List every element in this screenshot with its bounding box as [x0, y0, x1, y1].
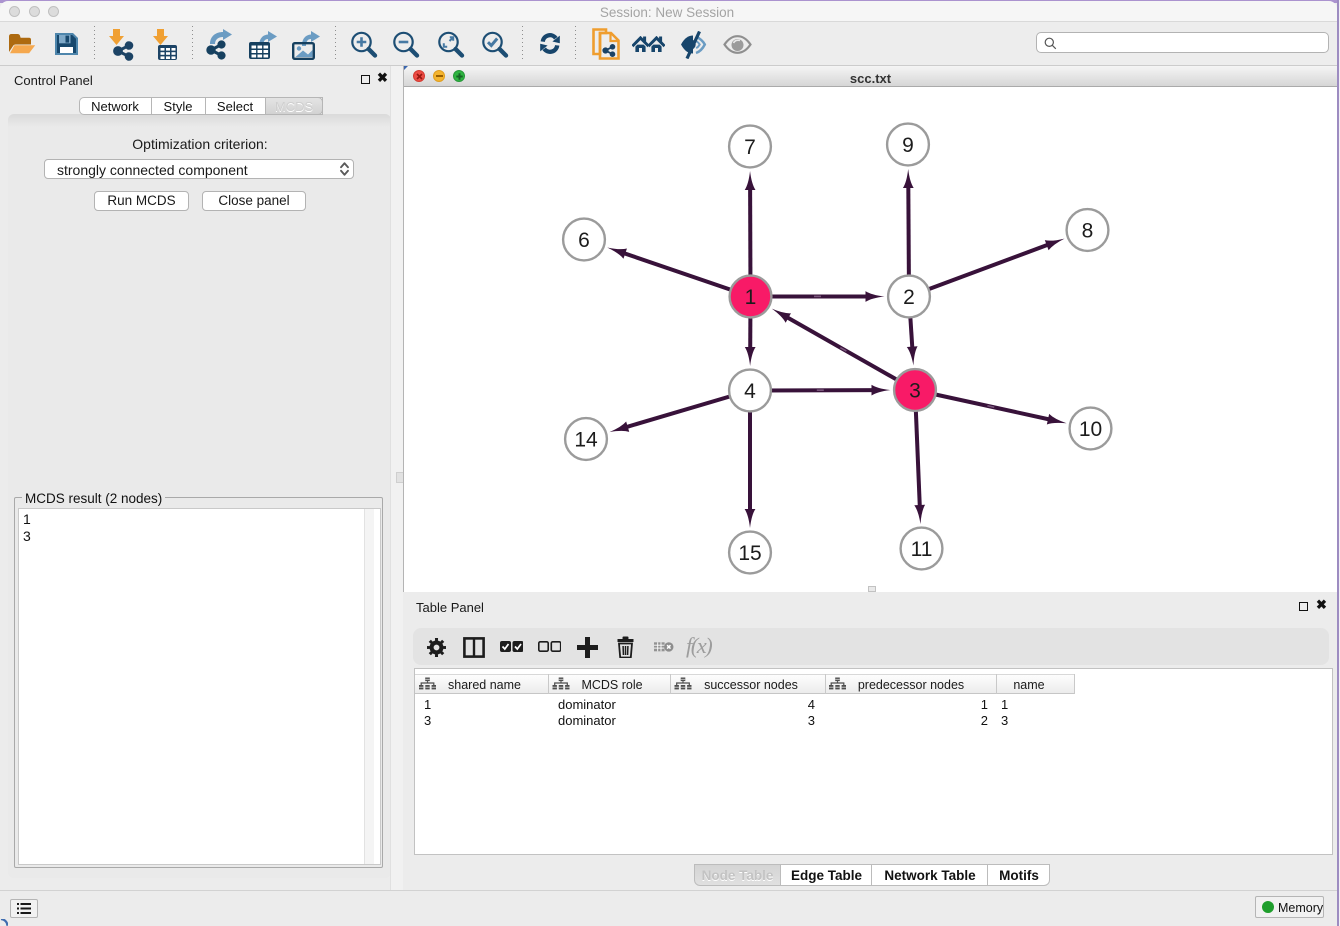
- svg-text:4: 4: [744, 380, 756, 403]
- svg-text:3: 3: [909, 379, 921, 402]
- svg-text:7: 7: [744, 136, 756, 159]
- svg-text:11: 11: [911, 538, 933, 561]
- svg-text:2: 2: [903, 286, 915, 309]
- svg-text:14: 14: [574, 428, 598, 451]
- svg-text:15: 15: [738, 542, 761, 565]
- svg-text:9: 9: [902, 134, 914, 157]
- svg-text:1: 1: [745, 286, 757, 309]
- svg-text:10: 10: [1079, 418, 1102, 441]
- svg-text:8: 8: [1082, 219, 1094, 242]
- svg-text:6: 6: [578, 229, 590, 252]
